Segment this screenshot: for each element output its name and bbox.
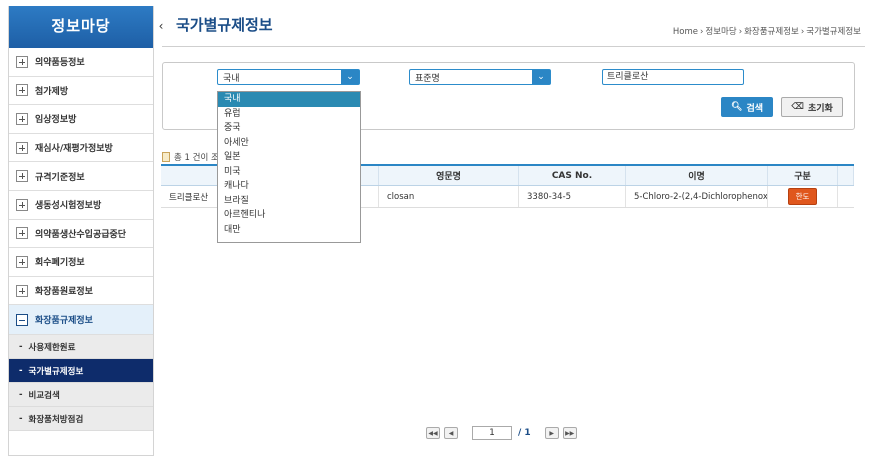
dash-icon: - (19, 341, 23, 352)
dropdown-option[interactable]: 캐나다 (218, 179, 360, 194)
sidebar-item[interactable]: 규격기준정보 (9, 162, 153, 191)
dropdown-option[interactable]: 대만 (218, 223, 360, 238)
sidebar-subitem[interactable]: - 사용제한원료 (9, 335, 153, 360)
cell-type: 한도 (768, 186, 838, 207)
column-header: CAS No. (519, 166, 626, 185)
field-select[interactable]: 표준명 ⌄ (409, 69, 551, 85)
breadcrumb-item[interactable]: 화장품규제정보 (744, 27, 799, 37)
cell-english: closan (379, 186, 519, 207)
dropdown-option[interactable]: 유럽 (218, 107, 360, 122)
plus-icon (16, 84, 28, 97)
pagination: ◀◀ ◀ 1 / 1 ▶ ▶▶ (426, 426, 581, 440)
column-header: 구분 (768, 166, 838, 185)
sidebar-item[interactable]: 화장품원료정보 (9, 276, 153, 306)
document-icon (162, 152, 170, 162)
plus-icon (16, 284, 28, 297)
chevron-right-icon: › (738, 27, 743, 37)
breadcrumb-item[interactable]: 정보마당 (705, 27, 736, 37)
region-dropdown-list: 국내 유럽 중국 아세안 일본 미국 캐나다 브라질 아르헨티나 대만 (217, 91, 361, 243)
region-select-value: 국내 (223, 74, 240, 84)
cell-cas: 3380-34-5 (519, 186, 626, 207)
sidebar-item-label: 화장품원료정보 (35, 287, 93, 298)
reset-button[interactable]: ⌫ 초기화 (781, 97, 843, 117)
status-badge[interactable]: 한도 (787, 188, 818, 205)
sidebar-item-label: 임상정보방 (35, 115, 77, 126)
divider (162, 46, 865, 47)
prev-page-icon[interactable]: ◀ (444, 427, 458, 439)
plus-icon (16, 227, 28, 240)
sidebar-item-label: 첨가제방 (35, 86, 69, 97)
result-count: 총 1 건이 조 (162, 151, 219, 163)
sidebar-subitem-label: 사용제한원료 (28, 342, 76, 353)
plus-icon (16, 170, 28, 183)
eraser-icon: ⌫ (791, 102, 804, 112)
sidebar-item-label: 생동성시험정보방 (35, 201, 102, 212)
breadcrumb-item[interactable]: Home (673, 27, 698, 37)
page-input[interactable]: 1 (472, 426, 512, 440)
sidebar-item[interactable]: 첨가제방 (9, 76, 153, 106)
dropdown-option[interactable]: 브라질 (218, 194, 360, 209)
result-count-text: 총 1 건이 조 (174, 153, 219, 163)
chevron-down-icon[interactable]: ⌄ (532, 70, 550, 84)
sidebar-subitem-active[interactable]: - 국가별규제정보 (9, 359, 153, 384)
last-page-icon[interactable]: ▶▶ (562, 427, 577, 439)
sidebar-item-label: 회수폐기정보 (35, 258, 85, 269)
chevron-right-icon: › (800, 27, 805, 37)
sidebar-item-label: 의약품생산수입공급중단 (35, 229, 127, 240)
field-select-value: 표준명 (415, 74, 440, 84)
sidebar-item[interactable]: 회수폐기정보 (9, 248, 153, 277)
sidebar-subitem-label: 화장품처방점검 (28, 414, 84, 425)
column-header: 이명 (626, 166, 768, 185)
column-header: 영문명 (379, 166, 519, 185)
chevron-down-icon[interactable]: ⌄ (341, 70, 359, 84)
chevron-right-icon: › (700, 27, 704, 37)
sidebar-item[interactable]: 임상정보방 (9, 105, 153, 134)
sidebar-subitem-label: 국가별규제정보 (28, 366, 84, 377)
sidebar-item-open[interactable]: 화장품규제정보 (9, 305, 153, 336)
dash-icon: - (19, 389, 23, 400)
sidebar-item[interactable]: 재심사/재평가정보방 (9, 133, 153, 163)
next-page-icon[interactable]: ▶ (544, 427, 559, 439)
sidebar-item-label: 규격기준정보 (35, 172, 85, 183)
first-page-icon[interactable]: ◀◀ (426, 427, 440, 439)
cell-alias: 5-Chloro-2-(2,4-Dichlorophenoxy) (626, 186, 768, 207)
search-icon: 🔍︎ (731, 102, 743, 112)
sidebar-item-label: 의약품등정보 (35, 58, 85, 69)
dropdown-option[interactable]: 중국 (218, 121, 360, 136)
sidebar-item-label: 재심사/재평가정보방 (35, 144, 113, 155)
sidebar-item[interactable]: 의약품생산수입공급중단 (9, 219, 153, 249)
sidebar-item[interactable]: 의약품등정보 (9, 48, 153, 77)
plus-icon (16, 141, 28, 154)
column-header (838, 166, 854, 185)
sidebar-item-label: 화장품규제정보 (35, 316, 93, 327)
dropdown-option[interactable]: 일본 (218, 150, 360, 165)
sidebar-subitem[interactable]: - 화장품처방점검 (9, 407, 153, 432)
sidebar-item[interactable]: 생동성시험정보방 (9, 190, 153, 220)
search-button-label: 검색 (746, 103, 763, 114)
minus-icon (16, 313, 28, 326)
dropdown-option[interactable]: 아세안 (218, 136, 360, 151)
breadcrumb: Home › 정보마당 › 화장품규제정보 › 국가별규제정보 (673, 25, 861, 37)
plus-icon (16, 55, 28, 68)
dash-icon: - (19, 365, 23, 376)
reset-button-label: 초기화 (807, 103, 833, 114)
sidebar-subitem-label: 비교검색 (28, 390, 60, 401)
dropdown-option[interactable]: 국내 (218, 92, 360, 107)
plus-icon (16, 112, 28, 125)
dropdown-option[interactable]: 아르헨티나 (218, 208, 360, 223)
page-title: 국가별규제정보 (176, 16, 273, 34)
plus-icon (16, 198, 28, 211)
search-input[interactable]: 트리클로산 (602, 69, 744, 85)
plus-icon (16, 255, 28, 268)
chevron-left-icon[interactable]: ‹ (155, 18, 167, 34)
sidebar-subitem[interactable]: - 비교검색 (9, 383, 153, 408)
search-button[interactable]: 🔍︎ 검색 (721, 97, 773, 117)
dropdown-option[interactable]: 미국 (218, 165, 360, 180)
sidebar: 정보마당 의약품등정보 첨가제방 임상정보방 재심사/재평가정보방 규격기준정보… (8, 6, 154, 456)
region-select[interactable]: 국내 ⌄ (217, 69, 360, 85)
page-total: / 1 (518, 428, 531, 438)
sidebar-title: 정보마당 (9, 6, 153, 48)
breadcrumb-item: 국가별규제정보 (806, 27, 861, 37)
dash-icon: - (19, 413, 23, 424)
